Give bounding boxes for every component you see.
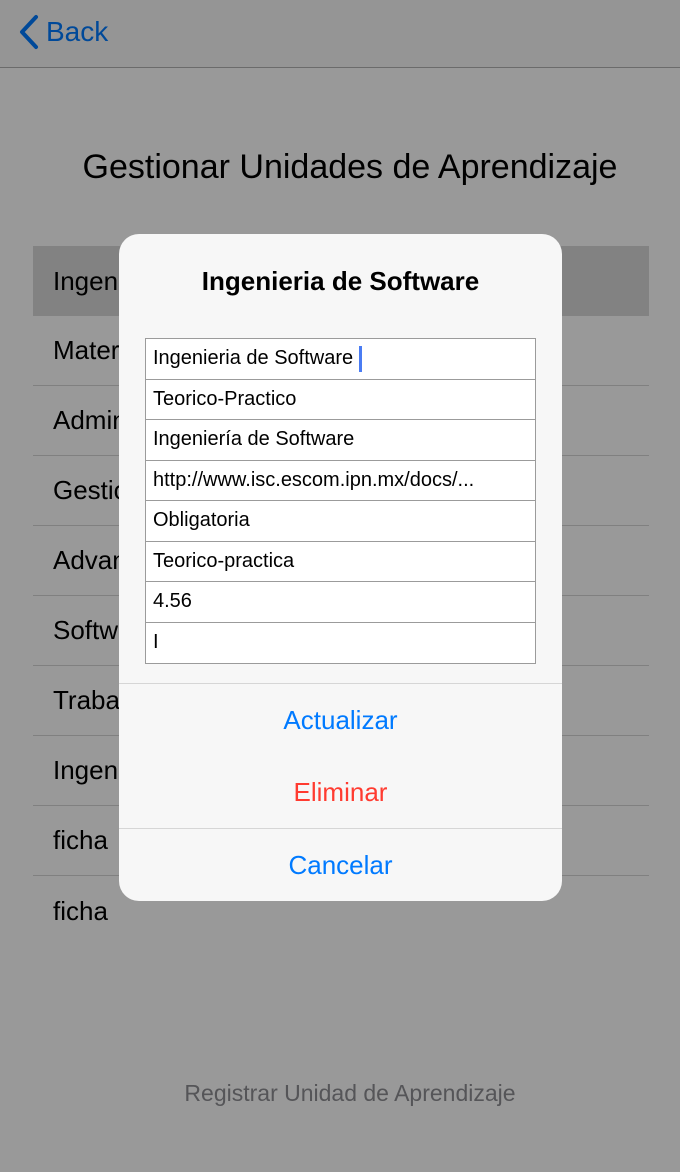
- name-field[interactable]: Ingenieria de Software: [146, 339, 535, 380]
- credits-field-value: 4.56: [153, 590, 192, 613]
- text-caret: [359, 345, 363, 372]
- program-field-value: Ingeniería de Software: [153, 428, 355, 451]
- alert-fields: Ingenieria de Software Teorico-Practico …: [145, 338, 536, 664]
- category-field[interactable]: Obligatoria: [146, 501, 535, 542]
- category-field-value: Obligatoria: [153, 509, 250, 532]
- edit-unit-alert: Ingenieria de Software Ingenieria de Sof…: [119, 234, 562, 901]
- update-button[interactable]: Actualizar: [119, 684, 562, 756]
- url-field[interactable]: http://www.isc.escom.ipn.mx/docs/...: [146, 460, 535, 501]
- modality-field-value: Teorico-practica: [153, 549, 295, 572]
- name-field-value: Ingenieria de Software: [153, 347, 354, 370]
- level-field-value: I: [153, 631, 159, 654]
- screen: Back Gestionar Unidades de Aprendizaje I…: [0, 0, 680, 1172]
- type-field-value: Teorico-Practico: [153, 387, 297, 410]
- modality-field[interactable]: Teorico-practica: [146, 541, 535, 582]
- credits-field[interactable]: 4.56: [146, 582, 535, 623]
- cancel-button[interactable]: Cancelar: [119, 829, 562, 901]
- level-field[interactable]: I: [146, 622, 535, 663]
- delete-button[interactable]: Eliminar: [119, 756, 562, 828]
- type-field[interactable]: Teorico-Practico: [146, 379, 535, 420]
- url-field-value: http://www.isc.escom.ipn.mx/docs/...: [153, 468, 475, 491]
- alert-title: Ingenieria de Software: [201, 266, 480, 296]
- program-field[interactable]: Ingeniería de Software: [146, 420, 535, 461]
